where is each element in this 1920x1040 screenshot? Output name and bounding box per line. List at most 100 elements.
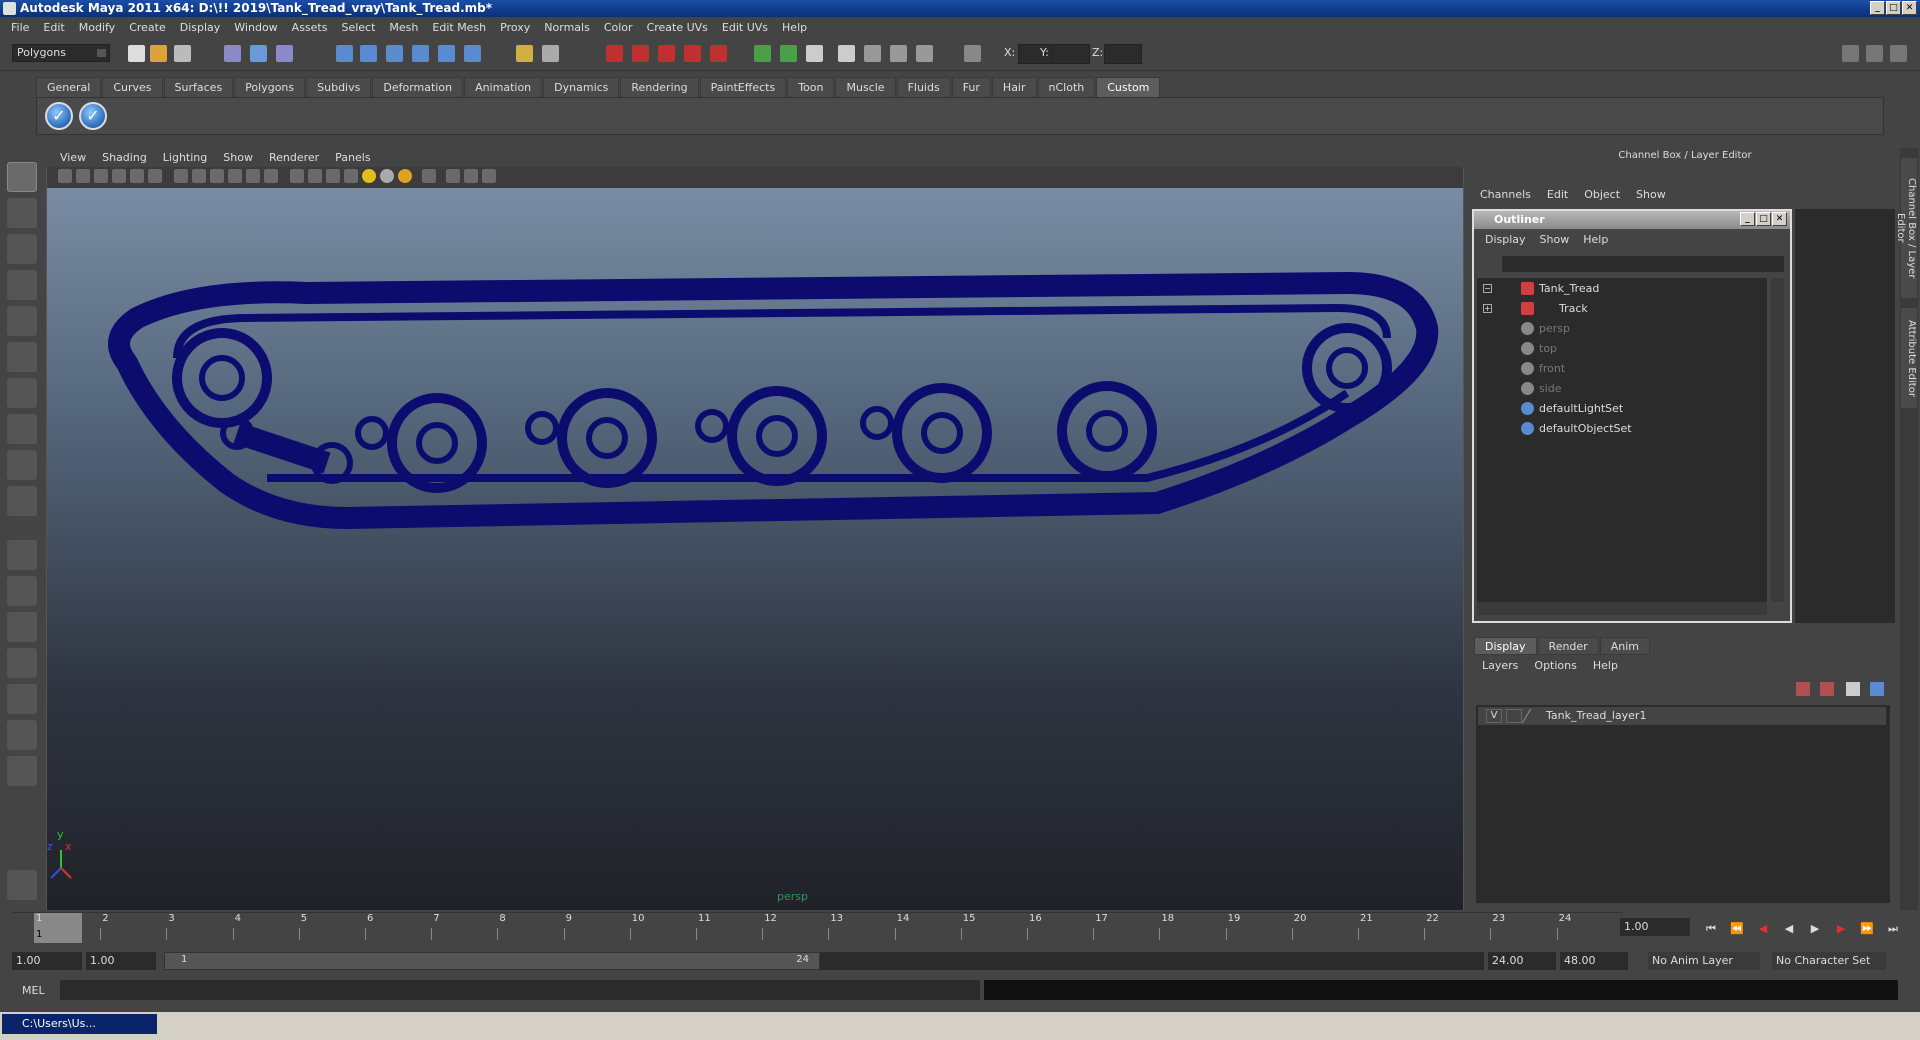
show-attribute-editor-icon[interactable]	[754, 45, 771, 62]
manipulator-tool-icon[interactable]	[7, 378, 37, 408]
shelf-tab-curves[interactable]: Curves	[102, 77, 163, 97]
image-plane-icon[interactable]	[112, 169, 126, 183]
perspective-viewport[interactable]: y x z persp	[47, 188, 1463, 910]
go-to-start-icon[interactable]: ⏮	[1704, 922, 1718, 935]
scale-tool-icon[interactable]	[7, 342, 37, 372]
select-hierarchy-icon[interactable]	[224, 45, 241, 62]
open-scene-icon[interactable]	[150, 45, 167, 62]
layer-row[interactable]: V Tank_Tread_layer1	[1478, 707, 1886, 725]
rotate-tool-icon[interactable]	[7, 306, 37, 336]
menu-help[interactable]: Help	[775, 21, 814, 34]
save-scene-icon[interactable]	[174, 45, 191, 62]
vp-menu-lighting[interactable]: Lighting	[155, 151, 215, 164]
render-layout-icon[interactable]	[7, 720, 37, 750]
mel-input[interactable]	[60, 980, 980, 1000]
camera-select-icon[interactable]	[58, 169, 72, 183]
custom-check-icon-1[interactable]: ✓	[45, 102, 73, 130]
side-tab-attribute-editor[interactable]: Attribute Editor	[1901, 308, 1917, 408]
outliner-menu-display[interactable]: Display	[1478, 233, 1533, 246]
layer-visibility-toggle[interactable]: V	[1486, 709, 1502, 723]
close-button[interactable]: ✕	[1902, 1, 1917, 15]
shelf-tab-hair[interactable]: Hair	[991, 77, 1037, 97]
input-ops-icon[interactable]	[542, 45, 559, 62]
shelf-tab-toon[interactable]: Toon	[787, 77, 835, 97]
outliner-layout-icon[interactable]	[7, 612, 37, 642]
menu-modify[interactable]: Modify	[72, 21, 122, 34]
new-layer-from-selected-icon[interactable]	[1820, 682, 1834, 696]
last-tool-icon[interactable]	[7, 486, 37, 516]
bookmark-icon[interactable]	[94, 169, 108, 183]
show-manipulator-icon[interactable]	[7, 450, 37, 480]
menu-file[interactable]: File	[4, 21, 36, 34]
ipr-render-icon[interactable]	[632, 45, 649, 62]
custom-check-icon-2[interactable]: ✓	[79, 102, 107, 130]
z-field[interactable]	[1104, 44, 1142, 64]
toggle-attribute-editor-icon[interactable]	[1890, 45, 1907, 62]
paint-select-tool-icon[interactable]	[7, 234, 37, 264]
animation-start-field[interactable]: 1.00	[12, 952, 82, 970]
snap-curve-icon[interactable]	[360, 45, 377, 62]
menu-edit-mesh[interactable]: Edit Mesh	[425, 21, 493, 34]
step-forward-key-icon[interactable]: ⏩	[1860, 922, 1874, 935]
shelf-tab-subdivs[interactable]: Subdivs	[306, 77, 372, 97]
outliner-menu-show[interactable]: Show	[1533, 233, 1577, 246]
select-object-icon[interactable]	[250, 45, 267, 62]
menu-create-uvs[interactable]: Create UVs	[640, 21, 715, 34]
lasso-tool-icon[interactable]	[7, 198, 37, 228]
outliner-horizontal-scrollbar[interactable]	[1477, 602, 1767, 615]
two-d-pan-icon[interactable]	[130, 169, 144, 183]
outliner-filter-field[interactable]	[1502, 256, 1784, 272]
go-to-end-icon[interactable]: ⏭	[1886, 922, 1900, 935]
shelf-tab-polygons[interactable]: Polygons	[234, 77, 306, 97]
vp-menu-show[interactable]: Show	[215, 151, 261, 164]
render-icon[interactable]	[606, 45, 623, 62]
expand-icon[interactable]: +	[1483, 304, 1492, 313]
shelf-tab-animation[interactable]: Animation	[464, 77, 543, 97]
shelf-tab-painteffects[interactable]: PaintEffects	[699, 77, 787, 97]
move-tool-icon[interactable]	[7, 270, 37, 300]
x-field[interactable]	[1018, 44, 1056, 64]
layer-color-swatch[interactable]	[1521, 709, 1543, 723]
outliner-item-side[interactable]: side	[1477, 380, 1757, 398]
collapse-icon[interactable]: −	[1483, 284, 1492, 293]
soft-mod-tool-icon[interactable]	[7, 414, 37, 444]
shelf-tab-deformation[interactable]: Deformation	[372, 77, 464, 97]
shadows-icon[interactable]	[380, 169, 394, 183]
playback-start-field[interactable]: 1.00	[86, 952, 156, 970]
all-lights-icon[interactable]	[398, 169, 412, 183]
y-field[interactable]	[1052, 44, 1090, 64]
select-component-icon[interactable]	[276, 45, 293, 62]
cb-menu-show[interactable]: Show	[1628, 188, 1674, 201]
menu-mesh[interactable]: Mesh	[382, 21, 425, 34]
hand-tool-icon[interactable]	[7, 870, 37, 900]
gate-mask-icon[interactable]	[228, 169, 242, 183]
field-chart-icon[interactable]	[246, 169, 260, 183]
vp-menu-view[interactable]: View	[52, 151, 94, 164]
shelf-tab-ncloth[interactable]: nCloth	[1037, 77, 1096, 97]
default-light-icon[interactable]	[362, 169, 376, 183]
cb-menu-object[interactable]: Object	[1576, 188, 1628, 201]
graph-layout-icon[interactable]	[7, 648, 37, 678]
xray-icon[interactable]	[446, 169, 460, 183]
absolute-transform-icon[interactable]	[964, 45, 981, 62]
cancel-render-icon[interactable]	[890, 45, 907, 62]
render-region-icon[interactable]	[916, 45, 933, 62]
custom-layout-icon[interactable]	[7, 756, 37, 786]
shelf-tab-general[interactable]: General	[36, 77, 102, 97]
taskbar-item[interactable]: C:\Users\Us...	[2, 1014, 157, 1034]
make-live-icon[interactable]	[438, 45, 455, 62]
outliner-item-track[interactable]: + Track	[1477, 300, 1757, 318]
outliner-item-front[interactable]: front	[1477, 360, 1757, 378]
snap-plane-icon[interactable]	[412, 45, 429, 62]
camera-attributes-icon[interactable]	[76, 169, 90, 183]
menu-set-dropdown[interactable]: Polygons	[12, 44, 110, 62]
smooth-shade-icon[interactable]	[308, 169, 322, 183]
character-set-dropdown[interactable]: No Character Set	[1772, 952, 1886, 970]
step-forward-frame-icon[interactable]: ▶	[1834, 922, 1848, 935]
layer-tab-display[interactable]: Display	[1474, 637, 1537, 655]
menu-select[interactable]: Select	[334, 21, 382, 34]
resolution-gate-icon[interactable]	[210, 169, 224, 183]
render-settings-icon[interactable]	[658, 45, 675, 62]
outliner-menu-help[interactable]: Help	[1576, 233, 1615, 246]
single-perspective-layout-icon[interactable]	[7, 540, 37, 570]
